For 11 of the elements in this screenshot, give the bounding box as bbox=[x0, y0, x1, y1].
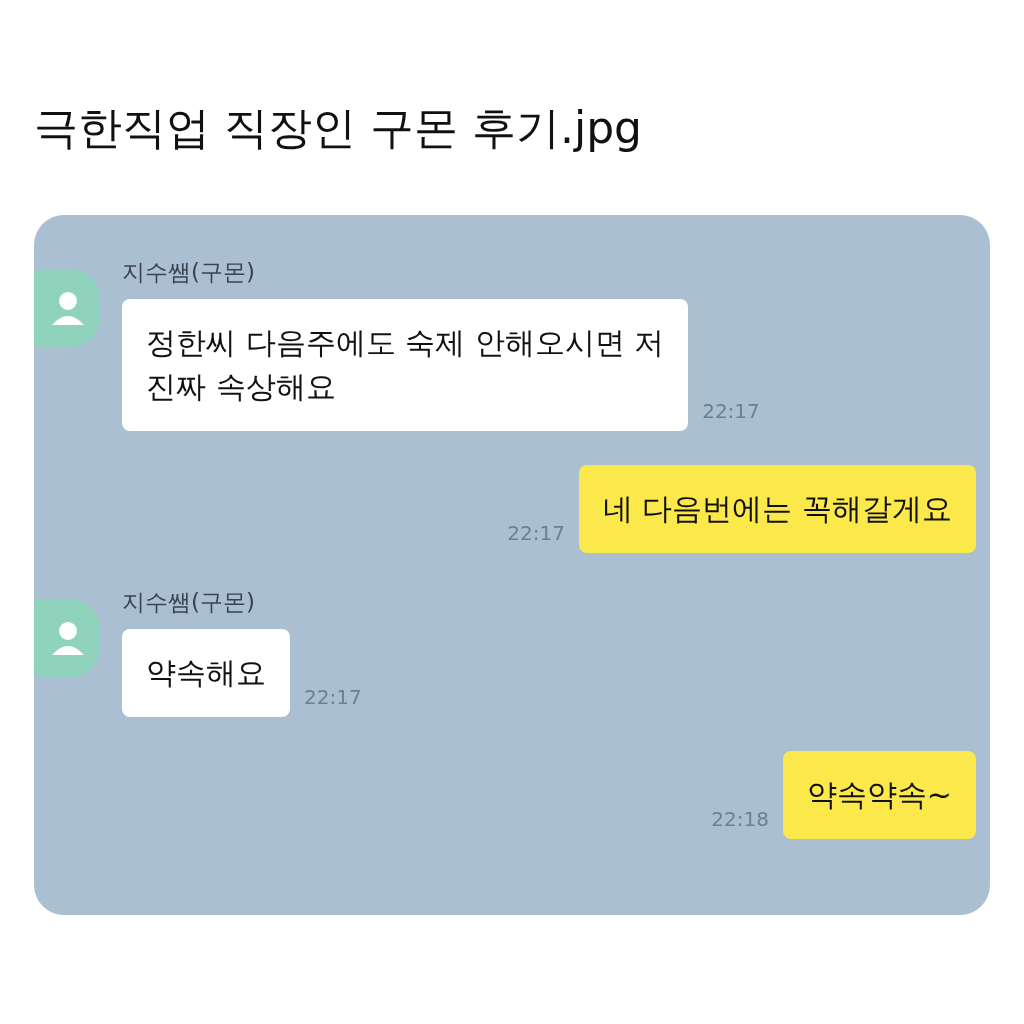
sender-name: 지수쌤(구몬) bbox=[122, 258, 256, 287]
message-bubble: 약속해요 bbox=[122, 629, 290, 717]
message-bubble: 정한씨 다음주에도 숙제 안해오시면 저 진짜 속상해요 bbox=[122, 299, 689, 431]
message-bubble: 네 다음번에는 꼭해갈게요 bbox=[578, 465, 976, 553]
message-time: 22:18 bbox=[711, 807, 769, 833]
message-time: 22:17 bbox=[304, 685, 362, 711]
message-time: 22:17 bbox=[702, 399, 760, 425]
sender-name: 지수쌤(구몬) bbox=[122, 588, 256, 617]
page-title: 극한직업 직장인 구몬 후기.jpg bbox=[34, 101, 644, 155]
message-time: 22:17 bbox=[507, 521, 565, 547]
message-bubble: 약속약속~ bbox=[782, 751, 976, 839]
